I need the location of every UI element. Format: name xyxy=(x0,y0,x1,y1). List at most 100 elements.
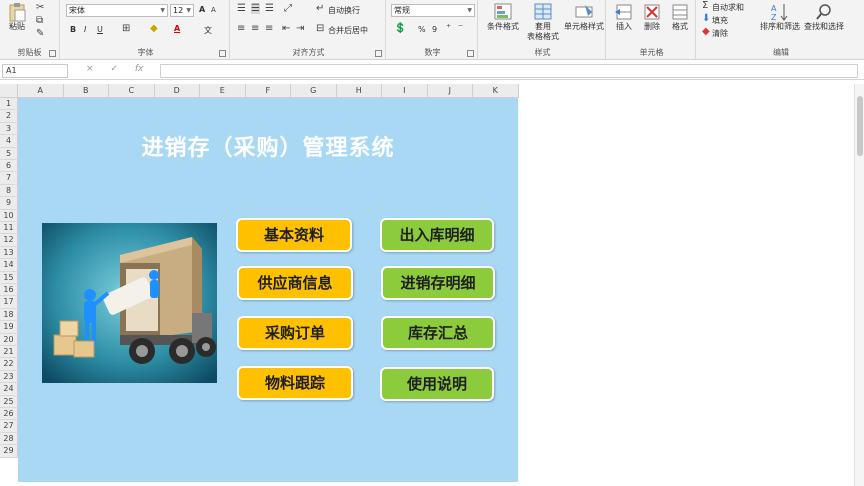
in-out-stock-detail-button[interactable]: 出入库明细 xyxy=(380,218,494,252)
font-size-select[interactable]: 12 ▼ xyxy=(170,4,194,17)
delete-button[interactable]: 删除 xyxy=(638,2,666,32)
name-box[interactable]: A1 xyxy=(2,64,68,78)
column-header[interactable]: F xyxy=(245,84,291,98)
decrease-decimal-icon[interactable]: ⁻ xyxy=(458,24,463,34)
column-header[interactable]: I xyxy=(382,84,428,98)
merge-center-button[interactable]: 合并后居中 xyxy=(328,25,368,36)
inventory-flow-detail-button[interactable]: 进销存明细 xyxy=(381,266,495,300)
purchase-order-button[interactable]: 采购订单 xyxy=(237,316,353,350)
row-header[interactable]: 6 xyxy=(0,160,18,173)
shrink-font-button[interactable]: A xyxy=(211,6,216,14)
format-painter-icon[interactable]: ✎ xyxy=(36,29,44,39)
vertical-scrollbar[interactable] xyxy=(854,84,864,486)
row-header[interactable]: 4 xyxy=(0,135,18,148)
cut-icon[interactable]: ✂ xyxy=(36,3,44,13)
row-header[interactable]: 10 xyxy=(0,209,18,222)
row-header[interactable]: 1 xyxy=(0,98,18,111)
conditional-format-button[interactable]: 条件格式 xyxy=(484,2,522,32)
column-header[interactable]: A xyxy=(18,84,64,98)
row-header[interactable]: 12 xyxy=(0,234,18,247)
basic-info-button[interactable]: 基本资料 xyxy=(236,218,352,252)
row-header[interactable]: 9 xyxy=(0,197,18,210)
cancel-icon[interactable]: × xyxy=(86,64,94,74)
row-header[interactable]: 11 xyxy=(0,222,18,235)
align-middle-icon[interactable]: ☰ xyxy=(251,4,260,14)
underline-button[interactable]: U xyxy=(97,25,103,34)
bold-button[interactable]: B xyxy=(70,25,76,34)
row-header[interactable]: 29 xyxy=(0,445,18,458)
font-name-select[interactable]: 宋体 ▼ xyxy=(66,4,168,17)
copy-icon[interactable]: ⧉ xyxy=(36,16,43,26)
autosum-button[interactable]: 自动求和 xyxy=(712,2,744,13)
align-bottom-icon[interactable]: ☰ xyxy=(265,4,274,14)
increase-indent-icon[interactable]: ⇥ xyxy=(296,24,304,34)
scrollbar-thumb[interactable] xyxy=(857,96,863,156)
align-center-icon[interactable]: ≡ xyxy=(251,24,259,34)
align-top-icon[interactable]: ☰ xyxy=(237,4,246,14)
row-header[interactable]: 25 xyxy=(0,395,18,408)
format-as-table-button[interactable]: 套用 表格格式 xyxy=(524,2,562,42)
sort-filter-button[interactable]: A Z 排序和筛选 xyxy=(758,2,802,32)
row-header[interactable]: 3 xyxy=(0,122,18,136)
border-icon[interactable]: ⊞ xyxy=(122,24,130,34)
wrap-text-button[interactable]: 自动换行 xyxy=(328,5,360,16)
row-header[interactable]: 2 xyxy=(0,110,18,123)
row-header[interactable]: 8 xyxy=(0,184,18,198)
select-all-corner[interactable] xyxy=(0,84,18,98)
confirm-icon[interactable]: ✓ xyxy=(110,64,118,74)
comma-button[interactable]: 9 xyxy=(432,25,437,34)
cell-styles-button[interactable]: 单元格样式 xyxy=(564,2,604,32)
italic-button[interactable]: I xyxy=(84,25,86,34)
stock-summary-button[interactable]: 库存汇总 xyxy=(381,316,495,350)
decrease-indent-icon[interactable]: ⇤ xyxy=(282,24,290,34)
alignment-launcher[interactable] xyxy=(375,50,382,57)
fill-color-icon[interactable]: ◆ xyxy=(150,24,158,34)
material-tracking-button[interactable]: 物料跟踪 xyxy=(237,366,353,400)
find-select-button[interactable]: 查找和选择 xyxy=(802,2,846,32)
row-header[interactable]: 13 xyxy=(0,246,18,260)
grow-font-button[interactable]: A xyxy=(199,5,205,14)
format-button[interactable]: 格式 xyxy=(666,2,694,32)
column-header[interactable]: E xyxy=(200,84,246,98)
percent-button[interactable]: % xyxy=(418,25,426,34)
increase-decimal-icon[interactable]: ⁺ xyxy=(446,24,451,34)
paste-button[interactable]: 粘贴 xyxy=(4,2,30,32)
row-header[interactable]: 28 xyxy=(0,432,18,446)
formula-input[interactable] xyxy=(160,64,858,78)
number-launcher[interactable] xyxy=(467,50,474,57)
column-header[interactable]: C xyxy=(109,84,155,98)
number-format-select[interactable]: 常规 ▼ xyxy=(391,4,475,17)
row-header[interactable]: 22 xyxy=(0,358,18,371)
column-header[interactable]: K xyxy=(473,84,519,98)
font-launcher[interactable] xyxy=(219,50,226,57)
row-header[interactable]: 17 xyxy=(0,296,18,309)
row-header[interactable]: 27 xyxy=(0,420,18,433)
row-header[interactable]: 5 xyxy=(0,147,18,160)
clipboard-launcher[interactable] xyxy=(49,50,56,57)
row-header[interactable]: 7 xyxy=(0,172,18,185)
row-header[interactable]: 19 xyxy=(0,321,18,334)
row-header[interactable]: 16 xyxy=(0,284,18,297)
column-header[interactable]: D xyxy=(154,84,200,98)
row-header[interactable]: 14 xyxy=(0,259,18,272)
row-header[interactable]: 21 xyxy=(0,346,18,359)
font-color-button[interactable]: A xyxy=(174,24,180,33)
clear-button[interactable]: 清除 xyxy=(712,28,728,39)
row-header[interactable]: 24 xyxy=(0,383,18,396)
currency-icon[interactable]: 💲 xyxy=(394,24,406,34)
orientation-icon[interactable]: ⤢ xyxy=(284,4,292,14)
column-header[interactable]: G xyxy=(291,84,337,98)
align-left-icon[interactable]: ≡ xyxy=(237,24,245,34)
row-header[interactable]: 18 xyxy=(0,308,18,322)
column-header[interactable]: B xyxy=(63,84,109,98)
row-header[interactable]: 20 xyxy=(0,333,18,346)
row-header[interactable]: 23 xyxy=(0,370,18,384)
column-header[interactable]: H xyxy=(336,84,382,98)
fill-button[interactable]: 填充 xyxy=(712,15,728,26)
row-header[interactable]: 26 xyxy=(0,408,18,421)
supplier-info-button[interactable]: 供应商信息 xyxy=(237,266,353,300)
column-header[interactable]: J xyxy=(427,84,473,98)
insert-function-icon[interactable]: fx xyxy=(135,64,144,74)
row-header[interactable]: 15 xyxy=(0,271,18,284)
align-right-icon[interactable]: ≡ xyxy=(265,24,273,34)
